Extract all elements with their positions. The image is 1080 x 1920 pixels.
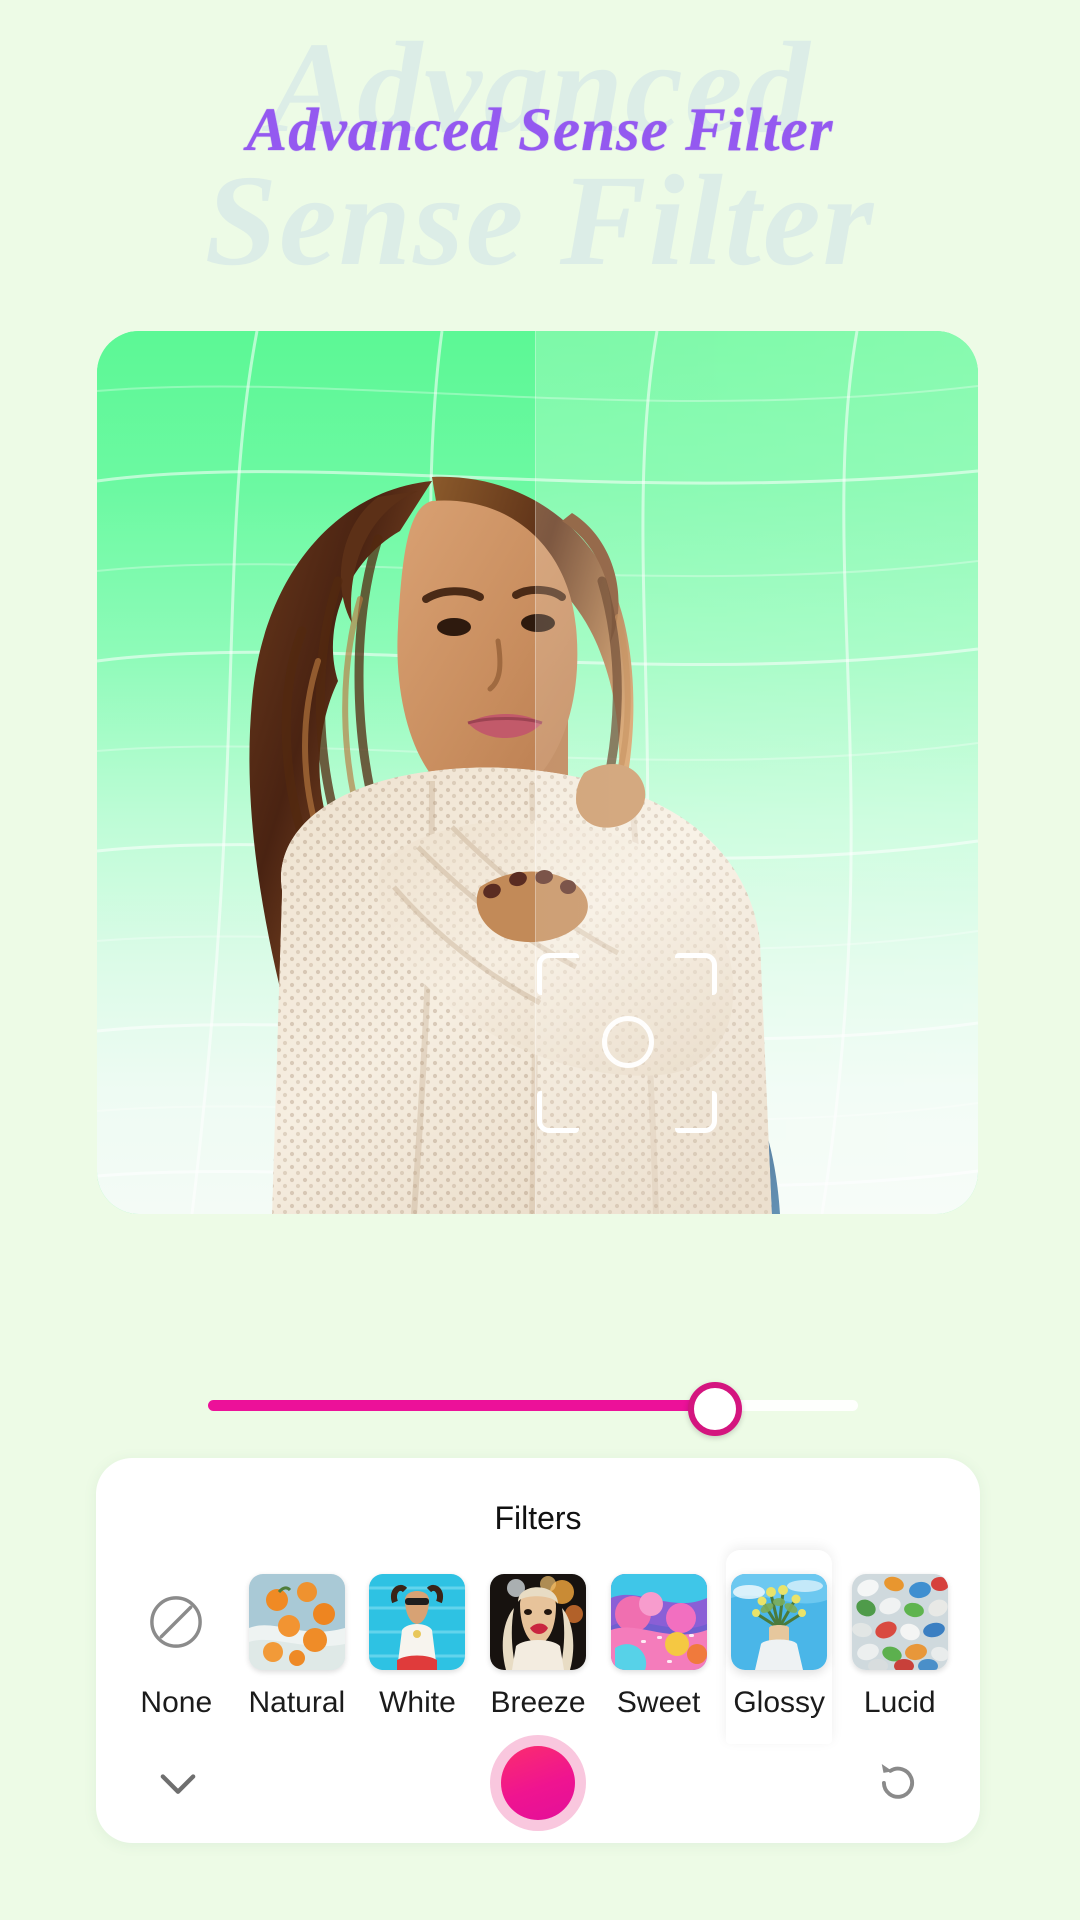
thumb-lucid	[851, 1574, 948, 1670]
shutter-icon	[501, 1746, 575, 1820]
slider-thumb[interactable]	[688, 1382, 742, 1436]
chevron-down-icon	[160, 1774, 196, 1794]
filter-item-lucid[interactable]: Lucid	[839, 1574, 960, 1720]
filter-item-glossy[interactable]: Glossy	[719, 1550, 840, 1744]
filter-label: Glossy	[733, 1686, 826, 1719]
filter-list: None Natural White Breeze Sweet Glossy L…	[96, 1550, 980, 1744]
no-filter-icon	[128, 1574, 224, 1670]
thumb-white	[369, 1574, 466, 1670]
panel-title: Filters	[494, 1500, 582, 1536]
filter-intensity-slider[interactable]	[208, 1382, 858, 1436]
photo-preview[interactable]	[97, 331, 978, 1214]
filter-label: Sweet	[616, 1686, 701, 1719]
reset-button[interactable]	[860, 1745, 936, 1821]
filter-label: Lucid	[863, 1686, 936, 1719]
shutter-button[interactable]	[490, 1735, 586, 1831]
sheet-bottom-bar	[96, 1723, 980, 1843]
filter-item-white[interactable]: White	[357, 1574, 478, 1720]
subject-photo	[249, 476, 780, 1214]
reset-icon	[881, 1764, 915, 1799]
filter-label: Breeze	[490, 1686, 586, 1719]
filter-item-none[interactable]: None	[116, 1574, 237, 1720]
filter-item-sweet[interactable]: Sweet	[598, 1574, 719, 1720]
filter-item-natural[interactable]: Natural	[237, 1574, 358, 1720]
thumb-sweet	[610, 1574, 707, 1670]
filter-label: Natural	[248, 1686, 346, 1719]
thumb-natural	[248, 1574, 345, 1670]
filter-label: White	[379, 1686, 456, 1719]
thumb-breeze	[490, 1574, 587, 1670]
slider-fill	[208, 1400, 715, 1411]
page-title: Advanced Sense Filter	[246, 97, 834, 164]
thumb-glossy	[731, 1574, 828, 1670]
filters-panel: Filters None Natural White Breeze Sweet …	[96, 1458, 980, 1843]
app-root: Advanced Sense Filter Advanced Sense Fil…	[0, 0, 1080, 1920]
collapse-button[interactable]	[140, 1745, 216, 1821]
filter-item-breeze[interactable]: Breeze	[478, 1574, 599, 1720]
filter-label: None	[140, 1686, 213, 1719]
